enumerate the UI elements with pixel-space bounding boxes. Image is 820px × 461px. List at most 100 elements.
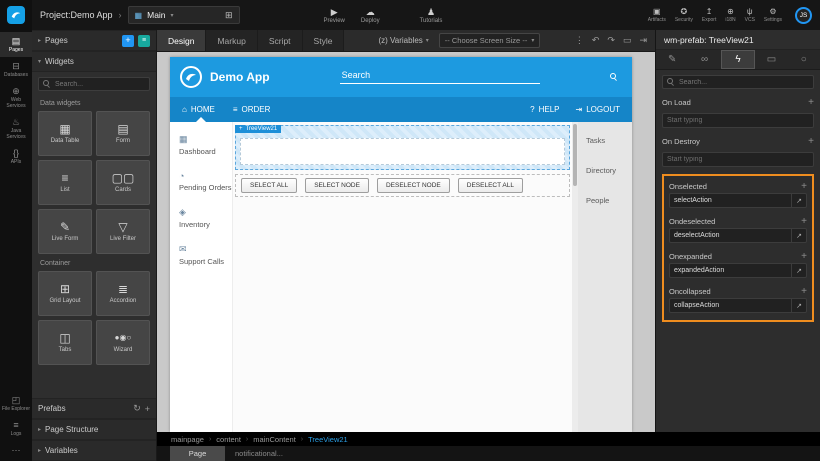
open-action-icon[interactable]: ↗ — [791, 299, 806, 312]
breadcrumb-maincontent[interactable]: mainContent — [253, 435, 296, 444]
breadcrumb-content[interactable]: content — [216, 435, 241, 444]
settings-button[interactable]: ⚙ Settings — [764, 7, 782, 23]
sidebar-section-prefabs[interactable]: Prefabs ↻ + — [32, 398, 156, 419]
page-grid-icon[interactable]: ⊞ — [225, 10, 233, 21]
add-prefab-icon[interactable]: + — [145, 404, 150, 414]
user-avatar[interactable]: JS — [795, 7, 812, 24]
list-item-directory[interactable]: Directory — [586, 166, 632, 175]
oncollapsed-field[interactable]: collapseAction ↗ — [669, 298, 807, 313]
deploy-button[interactable]: ☁ Deploy — [361, 7, 380, 24]
event-search[interactable] — [662, 75, 814, 89]
select-all-button[interactable]: SELECT ALL — [241, 178, 297, 193]
rail-item-pages[interactable]: ▤ Pages — [0, 32, 32, 57]
widget-tile-tabs[interactable]: ◫ Tabs — [38, 320, 92, 365]
tab-device[interactable]: ▭ — [755, 50, 787, 69]
more-options-icon[interactable]: ⋮ — [575, 35, 584, 46]
ondeselected-field[interactable]: deselectAction ↗ — [669, 228, 807, 243]
widget-tile-data-table[interactable]: ▦ Data Table — [38, 111, 92, 156]
sidebar-section-pages[interactable]: ▸ Pages + ≡ — [32, 30, 156, 51]
i18n-button[interactable]: ⊕ i18N — [725, 7, 735, 23]
rail-item-apis[interactable]: {} APIs — [0, 144, 32, 169]
page-selector[interactable]: ▦ Main ▾ ⊞ — [128, 6, 240, 24]
select-node-button[interactable]: SELECT NODE — [305, 178, 369, 193]
treeview-empty-area[interactable] — [240, 138, 565, 165]
sidebar-section-page-structure[interactable]: ▸ Page Structure — [32, 419, 156, 440]
pages-list-button[interactable]: ≡ — [138, 35, 150, 47]
widget-search[interactable] — [38, 77, 150, 91]
list-item-tasks[interactable]: Tasks — [586, 136, 632, 145]
app-scrollbar[interactable] — [572, 122, 578, 432]
nav-item-order[interactable]: ≡ ORDER — [233, 105, 271, 114]
widget-tile-live-filter[interactable]: ▽ Live Filter — [96, 209, 150, 254]
tab-design[interactable]: Design — [157, 30, 206, 51]
artifacts-button[interactable]: ▣ Artifacts — [648, 7, 666, 23]
add-event-icon[interactable]: + — [808, 98, 814, 108]
rail-item-web-services[interactable]: ⊕ Web Services — [0, 82, 32, 113]
open-window-icon[interactable]: ⇥ — [639, 35, 647, 46]
tab-style[interactable]: Style — [303, 30, 345, 51]
menu-item-pending-orders[interactable]: ◔ Pending Orders — [179, 171, 232, 192]
onload-input[interactable] — [662, 113, 814, 128]
tab-events[interactable]: ϟ — [721, 50, 755, 69]
tab-bindings[interactable]: ∞ — [688, 50, 720, 69]
nav-item-logout[interactable]: ⇥ LOGOUT — [576, 105, 620, 114]
tab-state[interactable]: ○ — [788, 50, 820, 69]
tab-markup[interactable]: Markup — [206, 30, 257, 51]
sidebar-section-variables[interactable]: ▸ Variables — [32, 440, 156, 461]
treeview-selection-tab[interactable]: + TreeView21 — [235, 125, 281, 133]
undo-icon[interactable]: ↶ — [592, 35, 600, 46]
widget-tile-grid-layout[interactable]: ⊞ Grid Layout — [38, 271, 92, 316]
ondestroy-input[interactable] — [662, 152, 814, 167]
security-button[interactable]: ✪ Security — [675, 7, 693, 23]
menu-item-dashboard[interactable]: ▦ Dashboard — [179, 134, 232, 156]
event-search-input[interactable] — [679, 79, 809, 86]
widget-tile-accordion[interactable]: ≣ Accordion — [96, 271, 150, 316]
open-action-icon[interactable]: ↗ — [791, 229, 806, 242]
menu-item-inventory[interactable]: ◈ Inventory — [179, 207, 232, 229]
widget-tile-wizard[interactable]: ●◉○ Wizard — [96, 320, 150, 365]
nav-item-home[interactable]: ⌂ HOME — [182, 105, 215, 114]
rail-item-logs[interactable]: ≡ Logs — [0, 416, 32, 441]
vcs-button[interactable]: ψ VCS — [745, 7, 755, 23]
onexpanded-field[interactable]: expandedAction ↗ — [669, 263, 807, 278]
screen-size-dropdown[interactable]: -- Choose Screen Size -- ▾ — [439, 33, 541, 48]
add-event-icon[interactable]: + — [808, 137, 814, 147]
breadcrumb-treeview21[interactable]: TreeView21 — [308, 435, 348, 444]
app-search-input[interactable]: Search — [340, 70, 540, 84]
scrollbar-thumb[interactable] — [573, 124, 577, 186]
widget-search-input[interactable] — [55, 81, 146, 88]
menu-item-support-calls[interactable]: ✉ Support Calls — [179, 244, 232, 266]
treeview-widget-selection[interactable]: + TreeView21 — [235, 125, 570, 170]
sidebar-section-widgets[interactable]: ▾ Widgets — [32, 51, 156, 72]
tutorials-button[interactable]: ♟ Tutorials — [420, 7, 443, 24]
widget-tile-form[interactable]: ▤ Form — [96, 111, 150, 156]
preview-button[interactable]: ▶ Preview — [324, 7, 345, 24]
add-event-icon[interactable]: + — [801, 217, 807, 227]
add-event-icon[interactable]: + — [801, 287, 807, 297]
deselect-all-button[interactable]: DESELECT ALL — [458, 178, 523, 193]
rail-more-button[interactable]: ⋯ — [0, 441, 32, 459]
wavemaker-logo[interactable] — [7, 6, 25, 24]
tab-script[interactable]: Script — [258, 30, 303, 51]
open-action-icon[interactable]: ↗ — [791, 264, 806, 277]
rail-item-java-services[interactable]: ♨ Java Services — [0, 113, 32, 144]
rail-item-databases[interactable]: ⊟ Databases — [0, 57, 32, 82]
export-button[interactable]: ↥ Export — [702, 7, 716, 23]
add-event-icon[interactable]: + — [801, 252, 807, 262]
search-icon[interactable] — [610, 73, 618, 81]
refresh-icon[interactable]: ↻ — [133, 403, 141, 414]
nav-item-help[interactable]: ? HELP — [530, 105, 559, 114]
widget-tile-list[interactable]: ≡ List — [38, 160, 92, 205]
device-preview-icon[interactable]: ▭ — [623, 35, 632, 46]
open-action-icon[interactable]: ↗ — [791, 194, 806, 207]
variables-dropdown[interactable]: (z) Variables ▾ — [378, 30, 428, 51]
tab-markup-edit[interactable]: ✎ — [656, 50, 688, 69]
onselected-field[interactable]: selectAction ↗ — [669, 193, 807, 208]
status-page-tab[interactable]: Page — [170, 446, 225, 461]
breadcrumb-mainpage[interactable]: mainpage — [171, 435, 204, 444]
widget-tile-cards[interactable]: ▢▢ Cards — [96, 160, 150, 205]
add-page-button[interactable]: + — [122, 35, 134, 47]
deselect-node-button[interactable]: DESELECT NODE — [377, 178, 450, 193]
rail-item-file-explorer[interactable]: ◰ File Explorer — [0, 391, 32, 416]
add-event-icon[interactable]: + — [801, 182, 807, 192]
